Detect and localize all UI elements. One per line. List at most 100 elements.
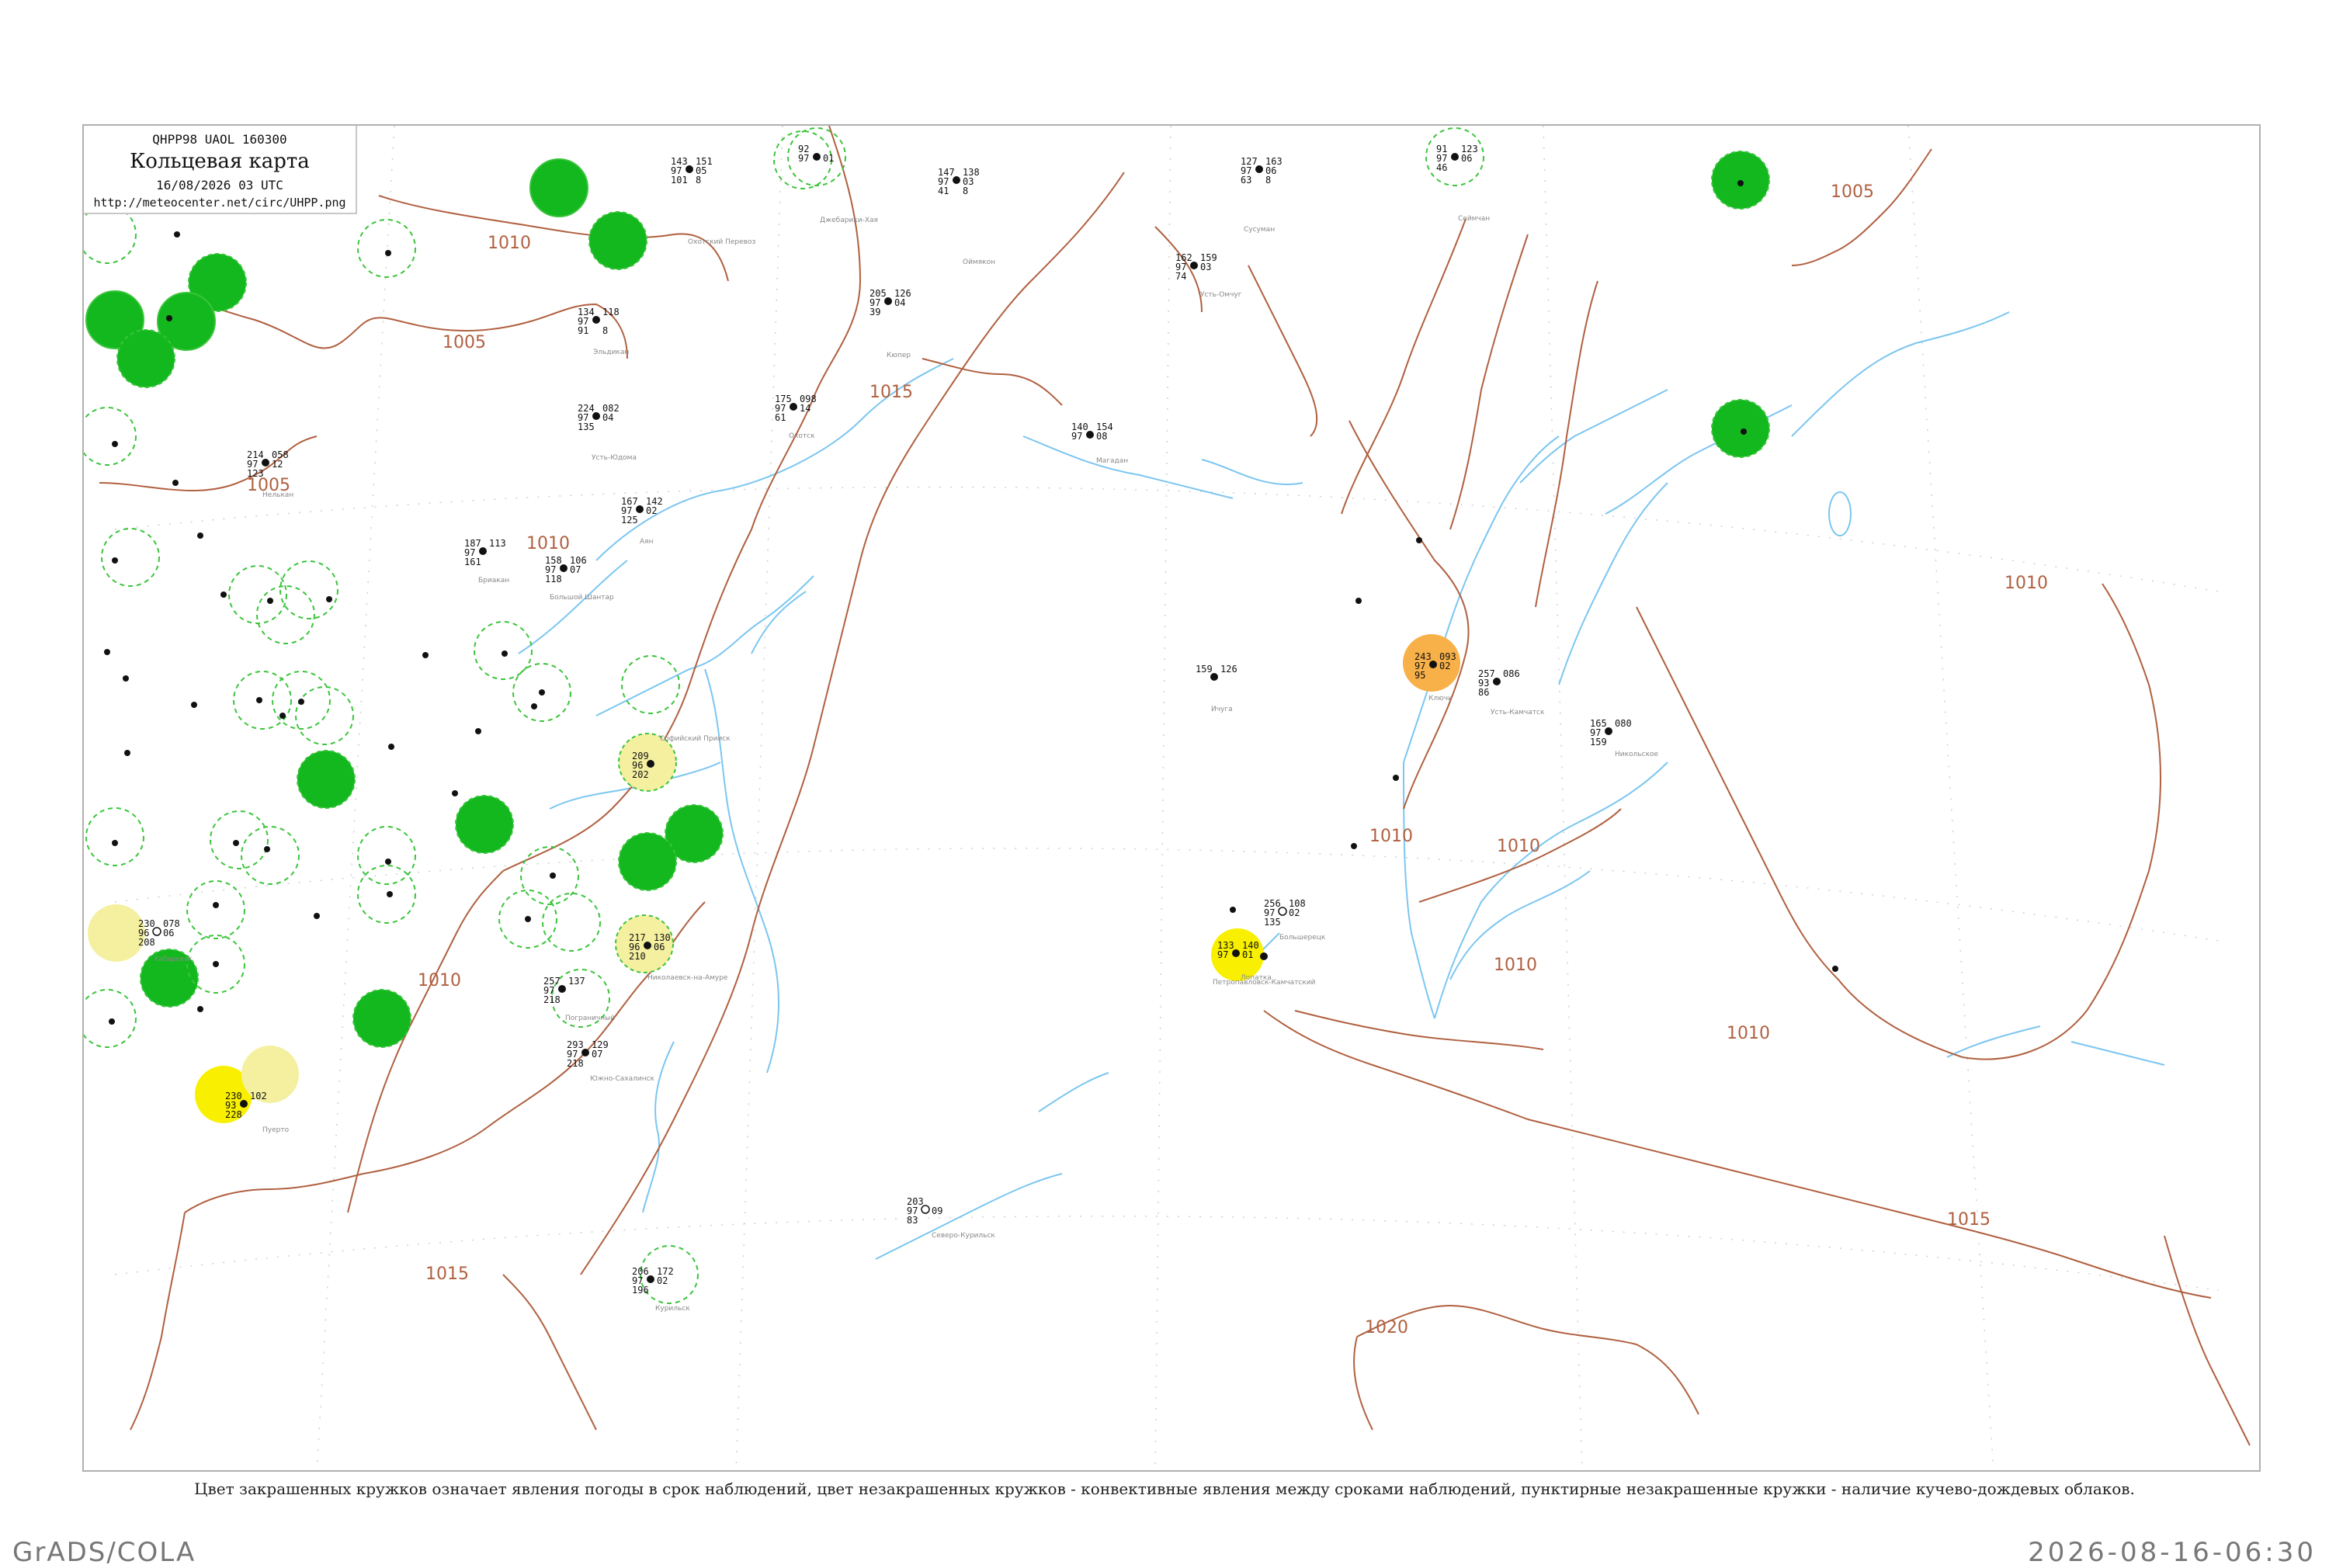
green-circle	[618, 832, 677, 891]
map-title: Кольцевая карта	[130, 150, 310, 173]
svg-text:Охотский Перевоз: Охотский Перевоз	[688, 238, 755, 246]
cb-circle	[295, 686, 354, 745]
station: 217 96 210 130 06 Николаевск-на-Амуре	[629, 932, 728, 982]
isobar-label: 1010	[2004, 574, 2048, 593]
isobar-label: 1015	[1947, 1210, 1991, 1230]
svg-text:8: 8	[1265, 175, 1271, 186]
svg-text:159: 159	[1590, 737, 1607, 748]
svg-text:126: 126	[1220, 664, 1237, 675]
svg-text:118: 118	[602, 307, 620, 317]
station: 224 97 135 082 04 Усть-Юдома	[578, 403, 637, 462]
svg-text:01: 01	[1242, 949, 1253, 960]
station: 205 97 39 126 04 Кюпер	[869, 288, 911, 359]
bulletin-code: QHPP98 UAOL 160300	[152, 132, 287, 147]
isobar-label: 1010	[1494, 956, 1537, 975]
green-circle	[529, 158, 588, 217]
green-circle	[455, 795, 514, 854]
station: 162 97 74 159 03 Усть-Омчуг	[1175, 252, 1242, 299]
cb-circle	[357, 826, 416, 885]
svg-text:Пограничный: Пограничный	[565, 1015, 615, 1022]
isobar-label: 1015	[869, 383, 913, 402]
svg-text:Сусуман: Сусуман	[1244, 226, 1275, 234]
station: 256 97 135 108 02 Большерецк	[1264, 898, 1326, 942]
legend-caption: Цвет закрашенных кружков означает явлени…	[194, 1480, 2135, 1498]
cb-circle	[279, 560, 338, 619]
footer-software-label: GrADS/COLA	[12, 1537, 196, 1568]
station: 165 97 159 080 Никольское	[1590, 718, 1659, 758]
svg-text:Магадан: Магадан	[1096, 457, 1128, 465]
isobar-label: 1005	[1831, 182, 1874, 202]
svg-text:8: 8	[696, 175, 701, 186]
svg-text:218: 218	[543, 994, 561, 1005]
green-circle	[1711, 399, 1770, 458]
svg-text:97: 97	[1071, 431, 1082, 442]
svg-text:07: 07	[570, 564, 581, 575]
svg-text:03: 03	[1200, 262, 1211, 272]
svg-text:02: 02	[1439, 661, 1450, 671]
map-url[interactable]: http://meteocenter.net/circ/UHPP.png	[84, 196, 356, 210]
svg-text:161: 161	[464, 557, 481, 567]
svg-text:08: 08	[1096, 431, 1107, 442]
station: 134 97 91 118 8 Эльдикан	[578, 307, 629, 356]
cb-circle	[228, 565, 287, 624]
station: 257 93 86 086 Усть-Камчатск	[1478, 668, 1545, 716]
svg-text:01: 01	[823, 153, 834, 164]
svg-text:Эльдикан: Эльдикан	[593, 349, 629, 356]
svg-text:Курильск: Курильск	[655, 1305, 690, 1313]
svg-text:137: 137	[568, 976, 585, 987]
svg-text:Сеймчан: Сеймчан	[1458, 215, 1490, 223]
svg-text:61: 61	[775, 412, 786, 423]
synoptic-map: 1010 1005 1005 1010 1015 1010 1015 1010 …	[84, 126, 2251, 1470]
svg-text:080: 080	[1615, 718, 1632, 729]
svg-text:Ключи: Ключи	[1428, 695, 1453, 702]
svg-text:228: 228	[225, 1109, 242, 1120]
svg-text:210: 210	[629, 951, 646, 962]
cb-circle	[542, 893, 601, 952]
svg-text:102: 102	[250, 1091, 267, 1101]
isobar-label: 1010	[1369, 827, 1413, 846]
station-plots: 143 97 101 151 05 8 Охотский Перевоз 92 …	[138, 144, 1659, 1313]
station: 293 97 218 129 07 Южно-Сахалинск	[567, 1039, 655, 1083]
svg-text:135: 135	[578, 421, 595, 432]
green-circle	[352, 989, 411, 1048]
station: 159 126 Ичуга	[1196, 664, 1237, 713]
svg-text:09: 09	[932, 1205, 942, 1216]
svg-text:41: 41	[938, 186, 949, 196]
isobar-label: 1010	[1497, 837, 1540, 856]
isobar-label: 1005	[443, 333, 486, 352]
svg-text:04: 04	[894, 297, 905, 308]
rivers-and-coasts	[518, 311, 2165, 1260]
svg-text:118: 118	[545, 574, 562, 585]
svg-text:Охотск: Охотск	[789, 432, 815, 440]
svg-text:Хабаровск: Хабаровск	[154, 956, 193, 963]
cb-circle	[85, 807, 144, 866]
station: 158 97 118 106 07 Большой Шантар	[545, 555, 614, 602]
svg-text:95: 95	[1414, 670, 1425, 681]
svg-text:39: 39	[869, 307, 880, 317]
svg-text:Николаевск-на-Амуре: Николаевск-на-Амуре	[647, 974, 728, 982]
station: 206 97 196 172 02 Курильск	[632, 1266, 690, 1313]
svg-text:04: 04	[602, 412, 613, 423]
svg-text:Южно-Сахалинск: Южно-Сахалинск	[590, 1075, 655, 1083]
svg-text:196: 196	[632, 1285, 649, 1296]
svg-text:14: 14	[800, 403, 810, 414]
cb-circle	[621, 655, 680, 714]
svg-text:46: 46	[1436, 162, 1447, 173]
svg-text:07: 07	[592, 1049, 602, 1060]
svg-text:06: 06	[1461, 153, 1472, 164]
svg-text:83: 83	[907, 1215, 918, 1226]
svg-text:Аян: Аян	[640, 538, 654, 546]
svg-text:202: 202	[632, 769, 649, 780]
green-circle	[297, 750, 356, 809]
svg-text:Никольское: Никольское	[1615, 751, 1659, 758]
svg-text:Ичуга: Ичуга	[1211, 706, 1233, 713]
svg-text:86: 86	[1478, 687, 1489, 698]
svg-text:02: 02	[646, 505, 657, 516]
isobar-label: 1010	[1727, 1024, 1770, 1043]
svg-text:12: 12	[272, 459, 283, 470]
svg-text:Большой Шантар: Большой Шантар	[550, 594, 614, 602]
station: 143 97 101 151 05 8 Охотский Перевоз	[671, 156, 755, 246]
svg-text:06: 06	[654, 942, 665, 952]
svg-text:97: 97	[1217, 949, 1228, 960]
svg-text:06: 06	[163, 928, 174, 938]
